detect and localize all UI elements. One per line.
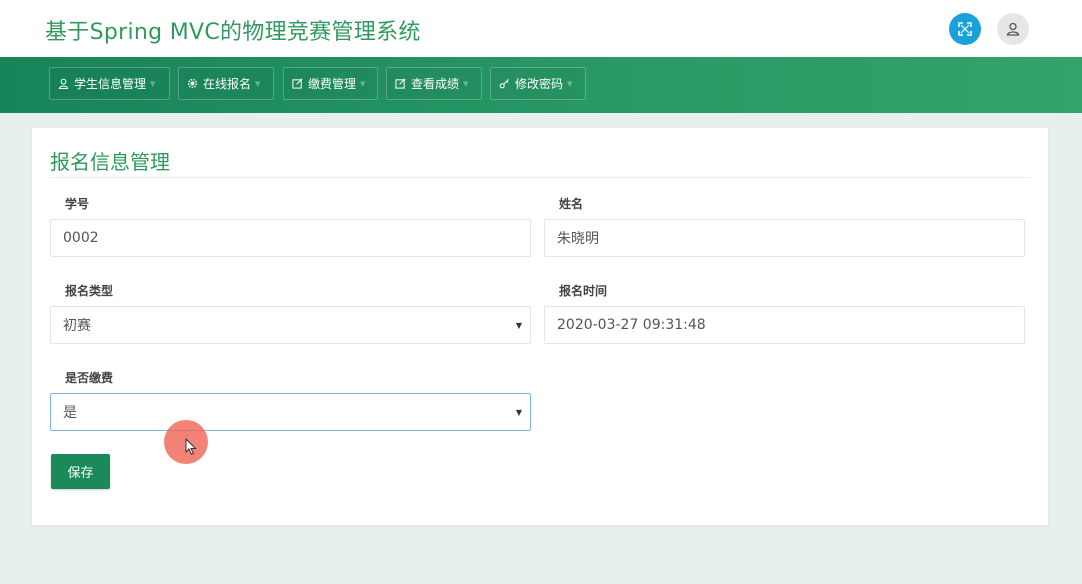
nav-label: 在线报名 xyxy=(203,77,252,91)
top-bar: 基于Spring MVC的物理竞赛管理系统 xyxy=(0,0,1082,57)
dropdown-arrow-icon: ▼ xyxy=(515,321,522,330)
nav-payment[interactable]: 缴费管理 ▼ xyxy=(283,67,378,100)
enrollment-form-card: 报名信息管理 学号 0002 姓名 朱晓明 报名类型 初赛 ▼ 报名时间 202… xyxy=(32,128,1048,525)
caret-down-icon: ▼ xyxy=(255,79,261,88)
mouse-cursor-icon xyxy=(185,438,197,456)
name-value: 朱晓明 xyxy=(557,231,599,247)
caret-down-icon: ▼ xyxy=(360,79,366,88)
edit-icon xyxy=(395,78,406,89)
key-icon xyxy=(499,78,510,89)
paid-label: 是否缴费 xyxy=(65,371,114,385)
nav-change-password[interactable]: 修改密码 ▼ xyxy=(490,67,586,100)
student-id-value: 0002 xyxy=(63,230,99,246)
nav-label: 缴费管理 xyxy=(308,77,357,91)
user-button[interactable] xyxy=(997,13,1029,45)
save-button[interactable]: 保存 xyxy=(51,454,110,489)
nav-student-info[interactable]: 学生信息管理 ▼ xyxy=(49,67,170,100)
main-nav: 学生信息管理 ▼ 在线报名 ▼ 缴费管理 ▼ 查看成绩 ▼ 修改密码 ▼ xyxy=(0,57,1082,113)
fullscreen-icon xyxy=(958,22,972,36)
enroll-time-field[interactable]: 2020-03-27 09:31:48 xyxy=(544,306,1025,344)
enroll-type-value: 初赛 xyxy=(63,318,91,334)
caret-down-icon: ▼ xyxy=(567,79,573,88)
student-id-field[interactable]: 0002 xyxy=(50,219,531,257)
nav-label: 查看成绩 xyxy=(411,77,460,91)
paid-value: 是 xyxy=(63,405,77,421)
nav-label: 修改密码 xyxy=(515,77,564,91)
nav-online-enroll[interactable]: 在线报名 ▼ xyxy=(178,67,274,100)
enroll-type-select[interactable]: 初赛 ▼ xyxy=(50,306,531,344)
name-field[interactable]: 朱晓明 xyxy=(544,219,1025,257)
student-id-label: 学号 xyxy=(65,197,90,211)
edit-icon xyxy=(292,78,303,89)
enroll-time-label: 报名时间 xyxy=(559,284,608,298)
caret-down-icon: ▼ xyxy=(463,79,469,88)
nav-scores[interactable]: 查看成绩 ▼ xyxy=(386,67,482,100)
enroll-type-label: 报名类型 xyxy=(65,284,114,298)
caret-down-icon: ▼ xyxy=(150,79,156,88)
dropdown-arrow-icon: ▼ xyxy=(515,408,522,417)
user-icon xyxy=(1006,22,1020,36)
page-title: 报名信息管理 xyxy=(50,150,170,174)
enroll-time-value: 2020-03-27 09:31:48 xyxy=(557,317,706,333)
paid-select[interactable]: 是 ▼ xyxy=(50,393,531,431)
name-label: 姓名 xyxy=(559,197,584,211)
title-divider xyxy=(50,177,1030,178)
nav-label: 学生信息管理 xyxy=(74,77,147,91)
user-icon xyxy=(58,78,69,89)
app-title: 基于Spring MVC的物理竞赛管理系统 xyxy=(45,20,421,45)
fullscreen-button[interactable] xyxy=(949,13,981,45)
gear-icon xyxy=(187,78,198,89)
